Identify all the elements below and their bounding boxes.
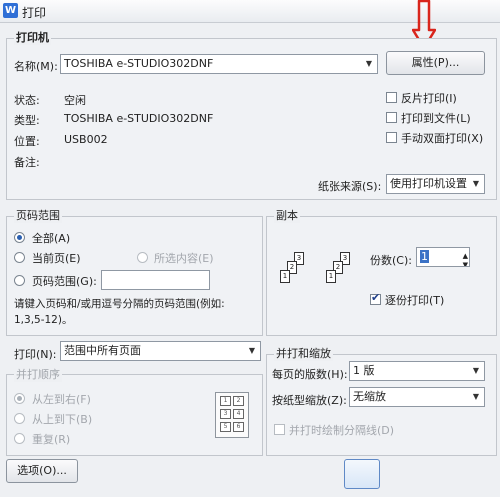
draw-borders-checkbox [274, 424, 285, 435]
window-title: 打印 [22, 6, 47, 20]
top-to-bottom-radio [14, 413, 25, 424]
where-value: USB002 [64, 133, 108, 146]
current-page-radio[interactable] [14, 252, 25, 263]
print-to-file-label: 打印到文件(L) [401, 112, 471, 125]
repeat-label: 重复(R) [32, 433, 71, 446]
selection-radio [137, 252, 148, 263]
current-page-label: 当前页(E) [32, 252, 81, 265]
reverse-print-label: 反片打印(I) [401, 92, 457, 105]
uncollated-pages-icon: 3 2 1 [276, 252, 316, 298]
printer-name-select[interactable]: TOSHIBA e-STUDIO302DNF ▼ [60, 54, 378, 74]
print-what-value: 范围中所有页面 [64, 344, 141, 357]
all-pages-label: 全部(A) [32, 232, 71, 245]
manual-duplex-label: 手动双面打印(X) [401, 132, 484, 145]
copies-count-label: 份数(C): [370, 254, 412, 267]
collated-pages-icon: 3 2 1 [322, 252, 362, 298]
left-to-right-radio-dot [17, 396, 22, 401]
manual-duplex-checkbox[interactable] [386, 132, 397, 143]
page-range-radio[interactable] [14, 275, 25, 286]
page-range-hint-line1: 请键入页码和/或用逗号分隔的页码范围(例如: [14, 298, 225, 310]
properties-button[interactable]: 属性(P)... [386, 51, 485, 75]
where-label: 位置: [14, 135, 40, 148]
status-label: 状态: [14, 94, 40, 107]
pages-per-sheet-select[interactable]: 1 版 ▼ [349, 361, 485, 381]
zoom-group-label: 并打和缩放 [274, 345, 333, 361]
selection-label: 所选内容(E) [154, 252, 214, 265]
pages-per-sheet-label: 每页的版数(H): [272, 368, 348, 381]
top-to-bottom-label: 从上到下(B) [32, 413, 93, 426]
print-to-file-checkbox[interactable] [386, 112, 397, 123]
pages-per-sheet-value: 1 版 [353, 364, 375, 377]
print-what-label: 打印(N): [14, 348, 57, 361]
status-value: 空闲 [64, 94, 86, 107]
repeat-radio [14, 433, 25, 444]
ok-button-partial[interactable] [344, 459, 380, 489]
collate-check-icon: ✔ [371, 291, 381, 304]
chevron-down-icon: ▼ [472, 366, 480, 375]
copies-count-value: 1 [420, 250, 429, 263]
collate-label: 逐份打印(T) [385, 294, 445, 307]
print-what-select[interactable]: 范围中所有页面 ▼ [60, 341, 261, 361]
type-label: 类型: [14, 114, 40, 127]
page-range-label: 页码范围(G): [32, 275, 97, 288]
paper-source-label: 纸张来源(S): [318, 180, 382, 193]
printer-name-value: TOSHIBA e-STUDIO302DNF [64, 57, 214, 70]
page-range-input[interactable] [101, 270, 210, 290]
paper-source-value: 使用打印机设置 [390, 177, 467, 190]
chevron-down-icon: ▼ [472, 392, 480, 401]
print-order-group-label: 并打顺序 [14, 366, 62, 382]
comment-label: 备注: [14, 156, 40, 169]
wps-logo-icon: W [3, 3, 18, 18]
scale-select[interactable]: 无缩放 ▼ [349, 387, 485, 407]
print-order-preview-icon: 1 2 3 4 5 6 [215, 392, 249, 438]
copies-count-spinner[interactable]: 1 ▲ ▼ [416, 247, 470, 267]
chevron-down-icon: ▼ [248, 346, 256, 355]
page-range-group-label: 页码范围 [14, 207, 62, 223]
all-pages-radio[interactable] [14, 232, 25, 243]
printer-name-label: 名称(M): [14, 60, 58, 73]
reverse-print-checkbox[interactable] [386, 92, 397, 103]
page-range-hint-line2: 1,3,5-12)。 [14, 314, 73, 326]
copies-group-label: 副本 [274, 207, 300, 223]
draw-borders-label: 并打时绘制分隔线(D) [289, 424, 395, 437]
chevron-down-icon: ▼ [365, 59, 373, 68]
options-button[interactable]: 选项(O)... [6, 459, 78, 483]
type-value: TOSHIBA e-STUDIO302DNF [64, 112, 214, 125]
chevron-down-icon: ▼ [472, 179, 480, 188]
left-to-right-label: 从左到右(F) [32, 393, 91, 406]
scale-label: 按纸型缩放(Z): [272, 394, 347, 407]
printer-group-label: 打印机 [14, 29, 51, 45]
paper-source-select[interactable]: 使用打印机设置 ▼ [386, 174, 485, 194]
spin-down-icon[interactable]: ▼ [463, 257, 468, 266]
scale-value: 无缩放 [353, 390, 386, 403]
